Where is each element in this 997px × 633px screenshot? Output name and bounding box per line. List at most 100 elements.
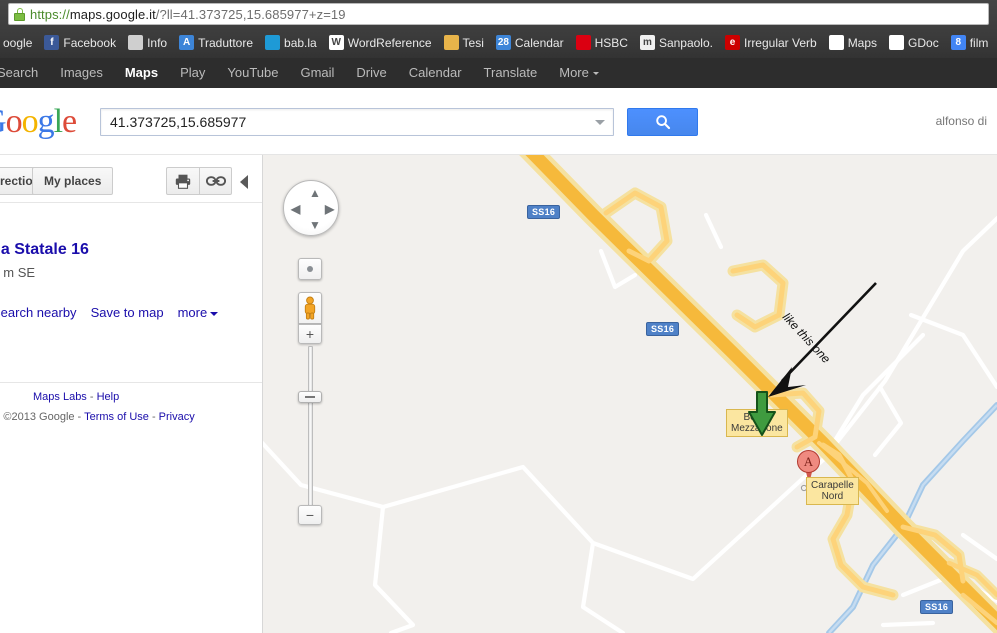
footer-link[interactable]: Help [97,391,120,403]
pan-up-button[interactable]: ▲ [309,186,321,200]
bookmark-item-bab-la[interactable]: bab.la [259,32,323,54]
chevron-down-icon [210,311,219,316]
gnav-item-images[interactable]: Images [49,58,114,88]
google-logo[interactable]: Google [0,105,77,139]
facebook-favicon: f [44,35,60,50]
bookmark-label: Tesi [462,35,484,50]
wordreference-favicon: W [328,35,344,50]
bookmark-item-oogle[interactable]: oogle [0,32,38,54]
place-label-line1: Carapelle [811,480,854,491]
bookmark-item-maps[interactable]: Maps [823,32,883,54]
bookmark-item-facebook[interactable]: f Facebook [38,32,122,54]
url-scheme: https:// [30,6,70,22]
print-icon[interactable] [167,168,199,194]
panel-toolbar: Get directions My places [0,155,262,203]
result-title[interactable]: Strada Statale 16 [0,241,89,259]
bookmark-label: bab.la [284,35,317,50]
pan-right-button[interactable]: ▶ [325,202,334,216]
bookmark-item-wordreference[interactable]: W WordReference [323,32,438,54]
footer-link[interactable]: Terms of Use [84,411,149,423]
google-blue-favicon: 8 [950,35,966,50]
place-label-carapelle: Carapelle Nord [806,477,859,505]
bookmark-label: HSBC [594,35,628,50]
gnav-item-drive[interactable]: Drive [345,58,397,88]
zoom-slider-handle[interactable] [298,391,322,403]
url-text: https://maps.google.it/?ll=41.373725,15.… [30,7,346,22]
road-shield-ss16-1: SS16 [646,322,680,336]
browser-chrome: https://maps.google.it/?ll=41.373725,15.… [0,0,997,58]
search-input[interactable]: 41.373725,15.685977 [100,108,614,136]
bookmark-item-tesi[interactable]: Tesi [438,32,490,54]
sanpaolo-favicon: m [639,35,655,50]
babla-favicon [265,35,281,50]
footer-text: - [86,391,97,403]
gnav-item-youtube[interactable]: YouTube [216,58,289,88]
hsbc-favicon [575,35,591,50]
result-subtitle: 273 m SE [0,265,36,280]
bookmark-label: Traduttore [198,35,254,50]
bookmark-item-hsbc[interactable]: HSBC [570,32,634,54]
bookmark-item-info[interactable]: Info [122,32,173,54]
bookmark-item-film[interactable]: 8 film [945,32,995,54]
pan-compass-icon[interactable]: ▲ ▼ ◀ ▶ [283,180,339,236]
footer-link[interactable]: Maps Labs [33,391,87,403]
e-favicon: e [724,35,740,50]
search-icon [655,115,670,130]
bookmark-item-calendar[interactable]: 28 Calendar [490,32,570,54]
url-host: maps.google.it [69,6,156,22]
result-action-save-to-map[interactable]: Save to map [91,305,164,320]
address-bar[interactable]: https://maps.google.it/?ll=41.373725,15.… [8,3,989,25]
map-canvas[interactable]: ▲ ▼ ◀ ▶ + − A like this one SS16 SS16 SS… [263,155,997,633]
place-label-line2: Nord [821,491,844,502]
bookmark-label: Irregular Verb [743,35,817,50]
link-icon[interactable] [199,168,231,194]
bookmark-item-irregular-verb[interactable]: e Irregular Verb [719,32,823,54]
footer-link[interactable]: Privacy [159,411,195,423]
left-panel: Get directions My places St [0,155,263,633]
account-name[interactable]: alfonso di [936,114,987,128]
bookmark-label: Facebook [63,35,117,50]
footer-text: - ©2013 Google - [0,411,85,423]
chevron-down-icon[interactable] [587,109,613,135]
bookmark-label: GDoc [908,35,939,50]
gnav-item-search[interactable]: Search [0,58,49,88]
gnav-item-play[interactable]: Play [169,58,216,88]
bookmark-label: Info [147,35,168,50]
bookmark-label: film [969,35,989,50]
gnav-item-more[interactable]: More [548,58,610,88]
result-action-more[interactable]: more [178,305,219,320]
bookmark-label: Sanpaolo. [658,35,713,50]
panel-footer: Maps Labs - Help os - ©2013 Google - Ter… [0,382,262,423]
gdrive-favicon [889,35,905,50]
recenter-icon[interactable] [298,258,322,280]
pan-left-button[interactable]: ◀ [291,202,300,216]
search-button[interactable] [627,108,698,136]
bookmark-item-sanpaolo[interactable]: m Sanpaolo. [634,32,719,54]
calendar-favicon: 28 [495,35,511,50]
google-nav-bar: Search Images Maps Play YouTube Gmail Drive Cal… [0,58,997,88]
pegman-icon[interactable] [298,292,322,324]
gnav-item-translate[interactable]: Translate [473,58,549,88]
marker-a-label: A [797,450,820,473]
my-places-button[interactable]: My places [32,167,114,195]
maps-favicon [828,35,844,50]
collapse-left-icon[interactable] [240,175,248,189]
gnav-item-gmail[interactable]: Gmail [289,58,345,88]
gnav-item-calendar[interactable]: Calendar [398,58,473,88]
info-favicon [128,35,144,50]
zoom-slider-track[interactable] [308,346,313,506]
road-shield-ss16-0: SS16 [527,205,561,219]
gnav-item-maps[interactable]: Maps [114,58,169,88]
bookmark-item-traduttore[interactable]: A Traduttore [173,32,259,54]
search-header: Google 41.373725,15.685977 alfonso di [0,88,997,155]
chevron-down-icon [592,72,599,76]
result-actions: Search nearby Save to map more [0,305,219,320]
green-down-arrow-icon [746,390,778,443]
result-action-search-nearby[interactable]: Search nearby [0,305,77,320]
zoom-out-button[interactable]: − [298,505,322,525]
footer-line-labs: Maps Labs - Help [33,391,119,403]
bookmark-item-gdoc[interactable]: GDoc [883,32,945,54]
panel-icon-group [166,167,232,195]
zoom-in-button[interactable]: + [298,324,322,344]
pan-down-button[interactable]: ▼ [309,218,321,232]
